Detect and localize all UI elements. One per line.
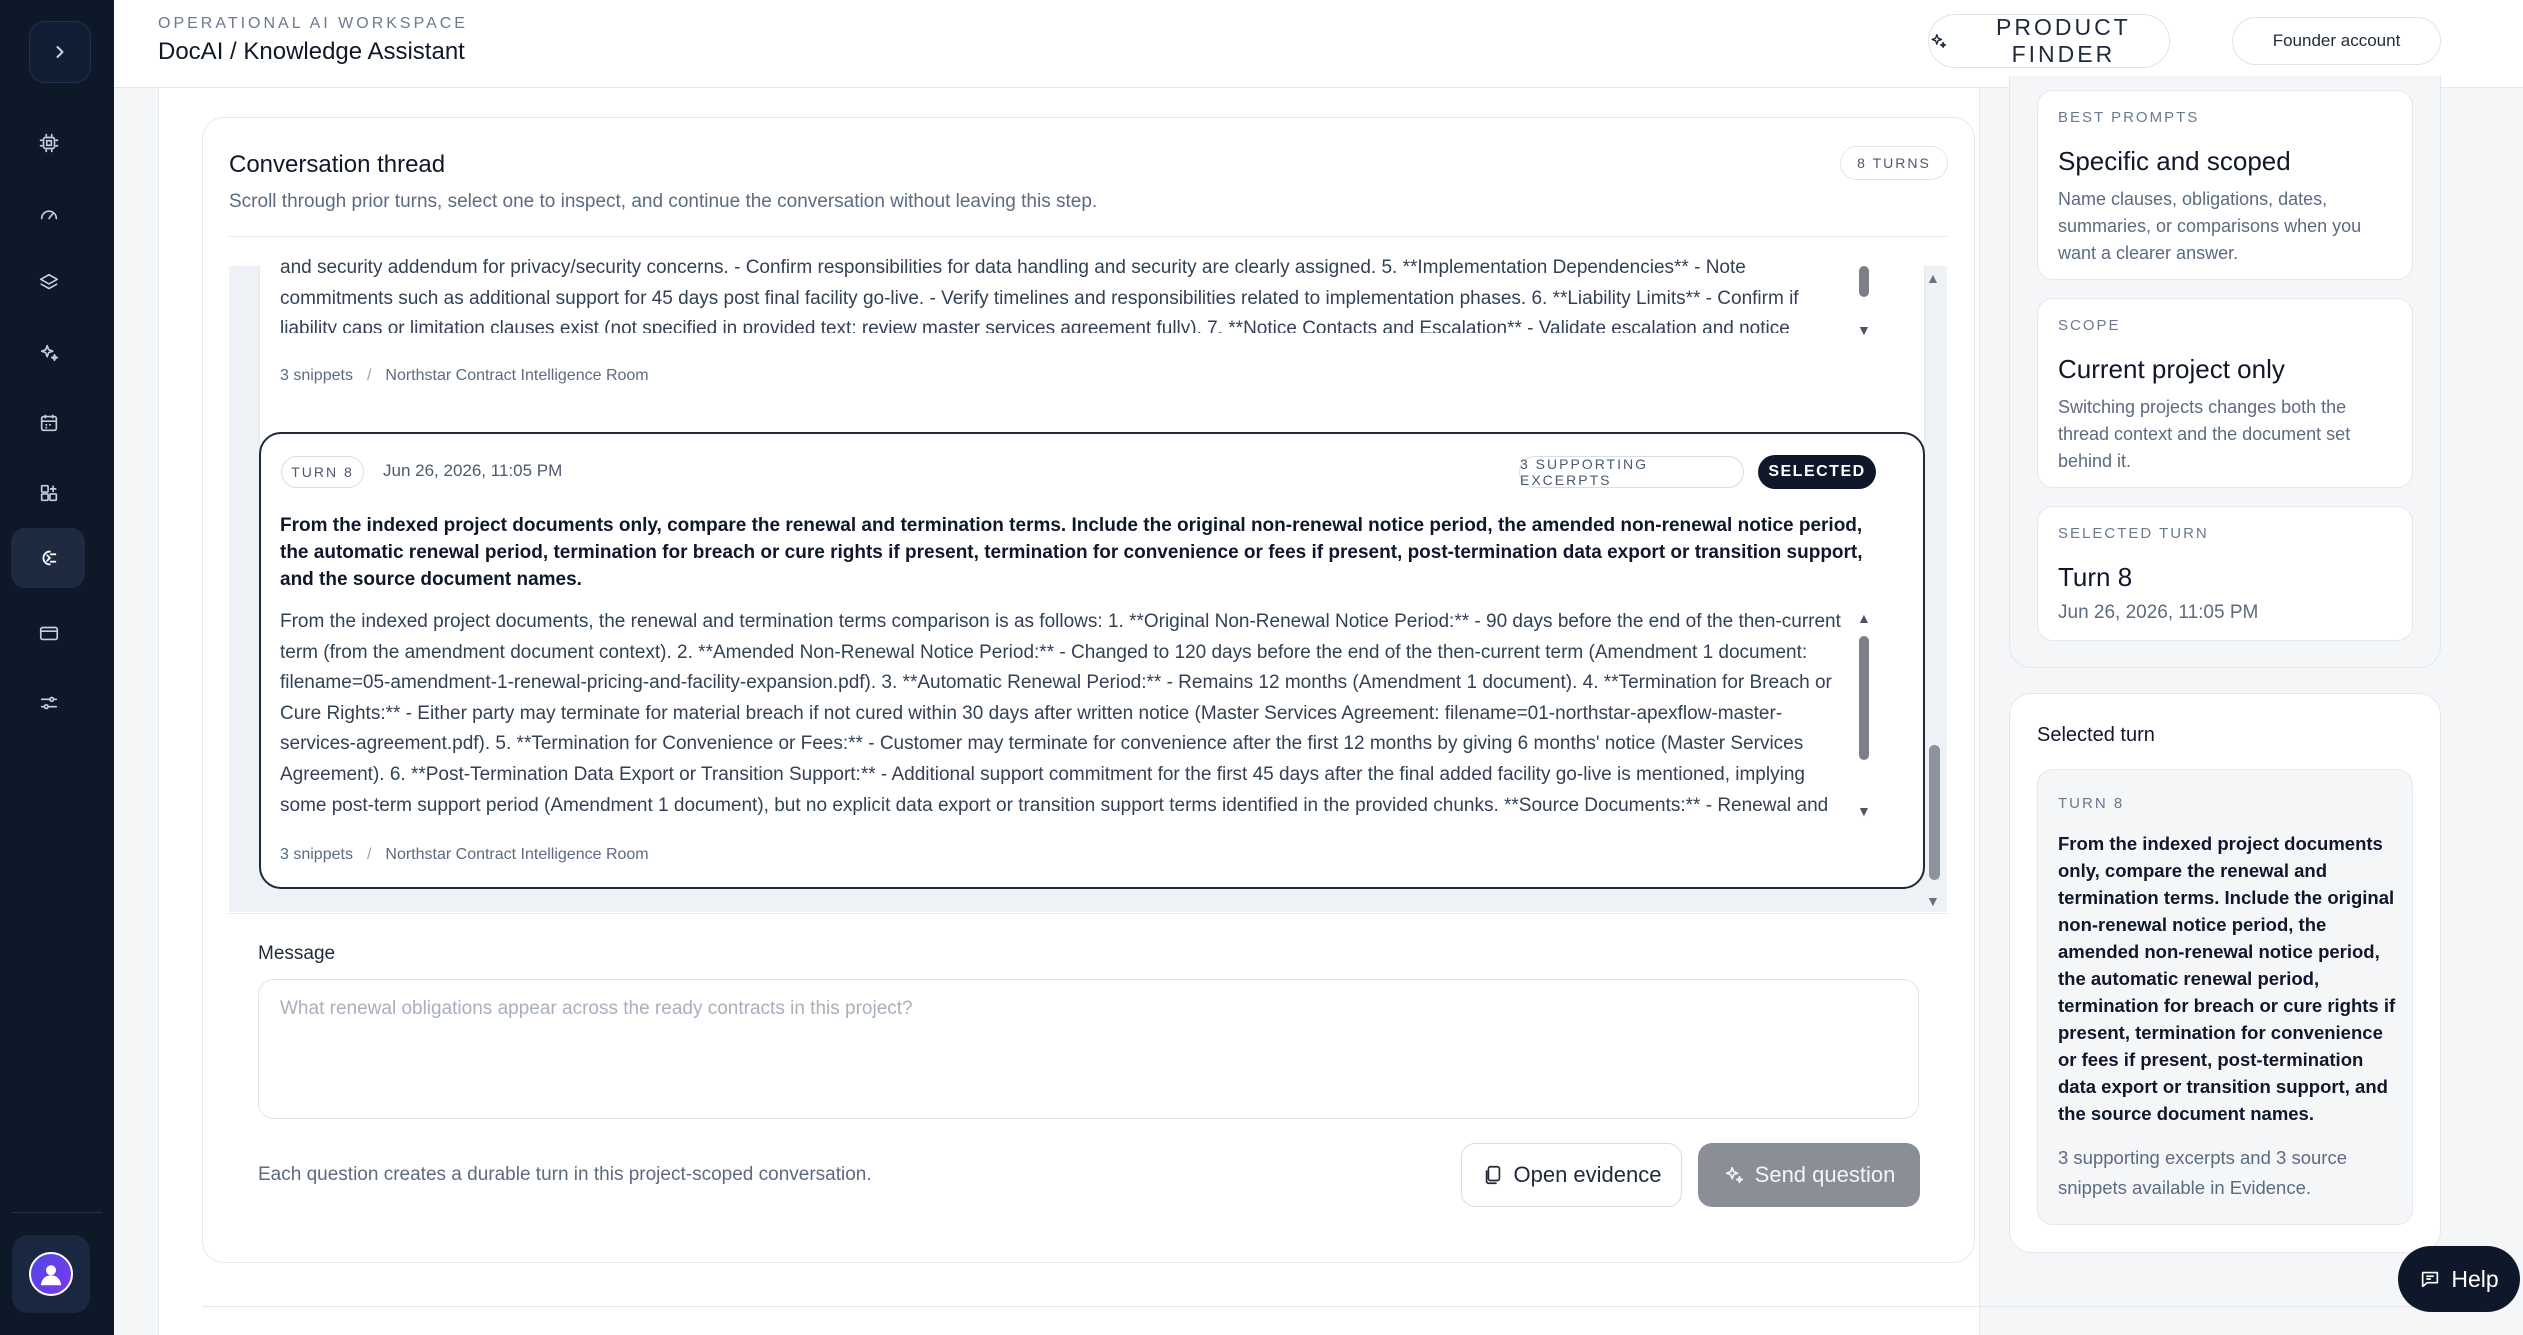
snippets-count: 3 snippets [280,367,353,384]
sidebar-item-layers[interactable] [28,262,70,304]
open-evidence-label: Open evidence [1513,1162,1662,1187]
sidebar-divider [12,1212,102,1213]
turn-number-badge: TURN 8 [281,456,364,488]
scroll-up-icon[interactable]: ▲ [1857,610,1871,626]
workspace-kicker: OPERATIONAL AI WORKSPACE [158,15,468,32]
document-icon [1485,1165,1500,1185]
calendar-icon [40,414,58,432]
turn-question: From the indexed project documents only,… [280,515,1863,590]
message-input[interactable] [258,979,1919,1119]
sidebar-item-knowledge-assistant[interactable] [11,528,85,588]
snippets-count: 3 snippets [280,846,353,863]
selected-turn-title: Turn 8 [2058,562,2133,592]
selected-turn-panel-note: 3 supporting excerpts and 3 source snipp… [2058,1147,2347,1198]
message-label: Message [258,943,336,964]
page-title: DocAI / Knowledge Assistant [158,38,465,65]
selected-turn-card: SELECTED TURN Turn 8 Jun 26, 2026, 11:05… [2037,506,2413,641]
scope-card: SCOPE Current project only Switching pro… [2037,298,2413,488]
selected-turn-panel-title: Selected turn [2037,724,2155,746]
scope-kicker: SCOPE [2058,317,2121,334]
divider [229,913,1947,914]
help-label: Help [2451,1265,2499,1292]
grid-plus-icon [40,484,58,502]
room-name: Northstar Contract Intelligence Room [385,367,649,384]
gauge-icon [40,210,58,220]
turn-answer: From the indexed project documents, the … [280,611,1841,816]
sparkles-icon [1931,34,1947,48]
scope-title: Current project only [2058,354,2285,384]
sidebar [0,0,114,1335]
product-finder-label: PRODUCT FINDER [1996,14,2131,67]
sidebar-item-dashboard[interactable] [28,192,70,234]
thread-subtitle: Scroll through prior turns, select one t… [229,191,1098,212]
divider [202,1306,2436,1307]
turns-count-badge: 8 TURNS [1840,146,1948,180]
scroll-down-icon[interactable]: ▼ [1857,322,1871,338]
sidebar-toggle-button[interactable] [29,21,91,83]
user-menu-button[interactable] [12,1235,90,1313]
room-name: Northstar Contract Intelligence Room [385,846,649,863]
best-prompts-title: Specific and scoped [2058,146,2291,176]
thread-title: Conversation thread [229,151,446,178]
selected-turn-panel-question: From the indexed project documents only,… [2058,833,2396,1124]
answer-scrollbar[interactable] [1859,636,1869,760]
turn-timestamp: Jun 26, 2026, 11:05 PM [383,461,563,480]
sliders-icon [40,696,58,710]
help-button[interactable]: Help [2398,1246,2520,1312]
sidebar-item-settings[interactable] [28,682,70,724]
open-evidence-button[interactable]: Open evidence [1461,1143,1682,1207]
chat-icon [2422,1271,2439,1288]
credit-card-icon [39,626,59,641]
chevron-right-icon [56,46,64,58]
send-question-button[interactable]: Send question [1698,1143,1920,1207]
sidebar-item-billing[interactable] [28,612,70,654]
selected-turn-meta: 3 snippets / Northstar Contract Intellig… [280,846,649,864]
sidebar-item-ai[interactable] [28,332,70,374]
scroll-down-icon[interactable]: ▼ [1926,893,1940,909]
selected-turn-panel-kicker: TURN 8 [2058,795,2125,812]
selected-badge: SELECTED [1758,455,1876,489]
best-prompts-body: Name clauses, obligations, dates, summar… [2058,189,2362,263]
selected-turn-kicker: SELECTED TURN [2058,525,2209,542]
send-question-label: Send question [1754,1162,1896,1187]
scope-body: Switching projects changes both the thre… [2058,397,2351,471]
previous-turn-answer: and security addendum for privacy/securi… [280,257,1799,333]
product-finder-button[interactable]: PRODUCT FINDER [1928,14,2170,68]
scroll-down-icon[interactable]: ▼ [1857,803,1871,819]
account-button[interactable]: Founder account [2232,17,2441,65]
previous-turn-meta: 3 snippets / Northstar Contract Intellig… [280,367,649,385]
sidebar-item-apps[interactable] [28,472,70,514]
meta-separator: / [366,367,372,384]
sidebar-item-calendar[interactable] [28,402,70,444]
layers-icon [39,273,59,290]
avatar [29,1252,73,1296]
sidebar-item-cpu[interactable] [28,122,70,164]
cpu-icon [39,133,59,153]
best-prompts-card: BEST PROMPTS Specific and scoped Name cl… [2037,90,2413,280]
supporting-excerpts-badge: 3 SUPPORTING EXCERPTS [1519,456,1744,488]
thread-scrollbar[interactable] [1929,745,1940,880]
sparkles-icon [40,344,59,362]
selected-turn-date: Jun 26, 2026, 11:05 PM [2058,602,2259,623]
divider [229,236,1947,237]
user-icon [41,1265,61,1286]
brain-icon [42,550,57,566]
meta-separator: / [366,846,372,863]
sparkles-icon [1725,1166,1743,1184]
composer-note: Each question creates a durable turn in … [258,1164,872,1185]
scroll-up-icon[interactable]: ▲ [1926,270,1940,286]
best-prompts-kicker: BEST PROMPTS [2058,109,2200,126]
previous-answer-scrollbar[interactable] [1859,266,1869,297]
